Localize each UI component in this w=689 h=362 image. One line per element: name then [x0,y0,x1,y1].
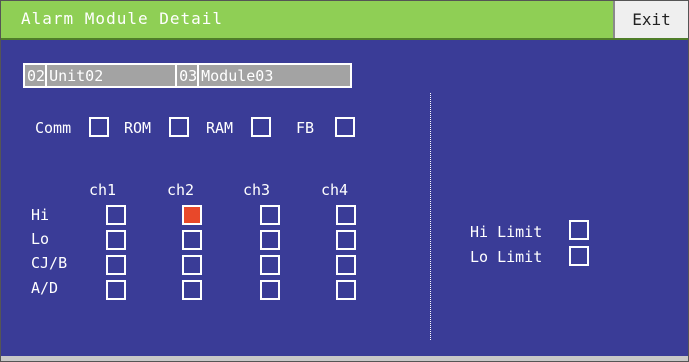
panel-divider [430,93,431,340]
ad-ch2-indicator[interactable] [182,280,202,300]
alarm-module-detail-window: Alarm Module Detail Exit 02 Unit02 03 Mo… [0,0,689,362]
unit-number: 02 [27,66,46,85]
ad-ch4-indicator[interactable] [336,280,356,300]
bottom-strip [1,356,688,361]
status-label-fb: FB [296,119,315,137]
hi-limit-indicator[interactable] [569,220,589,240]
channel-header-ch1: ch1 [89,181,117,199]
channel-row-label-cjb: CJ/B [31,254,68,272]
hi-ch1-indicator[interactable] [106,205,126,225]
hi-ch4-indicator[interactable] [336,205,356,225]
channel-row-label-ad: A/D [31,279,59,297]
status-label-rom: ROM [124,119,152,137]
ad-ch1-indicator[interactable] [106,280,126,300]
window-title: Alarm Module Detail [21,9,224,28]
status-label-comm: Comm [35,119,72,137]
channel-row-label-hi: Hi [31,206,50,224]
limit-label-hi: Hi Limit [470,223,543,241]
status-label-ram: RAM [206,119,234,137]
cjb-ch1-indicator[interactable] [106,255,126,275]
status-indicator-fb[interactable] [335,117,355,137]
cjb-ch3-indicator[interactable] [260,255,280,275]
channel-header-ch3: ch3 [243,181,271,199]
lo-ch1-indicator[interactable] [106,230,126,250]
module-name: Module03 [201,66,274,85]
hi-ch2-indicator[interactable] [182,205,202,225]
channel-header-ch4: ch4 [321,181,349,199]
title-bar: Alarm Module Detail Exit [1,1,688,40]
unit-module-selector[interactable]: 02 Unit02 03 Module03 [23,63,352,88]
channel-row-label-lo: Lo [31,230,50,248]
ad-ch3-indicator[interactable] [260,280,280,300]
limit-label-lo: Lo Limit [470,248,543,266]
cjb-ch2-indicator[interactable] [182,255,202,275]
hi-ch3-indicator[interactable] [260,205,280,225]
channel-header-ch2: ch2 [167,181,195,199]
unit-name: Unit02 [49,66,104,85]
status-indicator-rom[interactable] [169,117,189,137]
cjb-ch4-indicator[interactable] [336,255,356,275]
lo-ch3-indicator[interactable] [260,230,280,250]
module-number: 03 [179,66,198,85]
exit-button[interactable]: Exit [613,1,688,38]
lo-ch4-indicator[interactable] [336,230,356,250]
lo-limit-indicator[interactable] [569,246,589,266]
lo-ch2-indicator[interactable] [182,230,202,250]
status-indicator-comm[interactable] [89,117,109,137]
status-indicator-ram[interactable] [251,117,271,137]
